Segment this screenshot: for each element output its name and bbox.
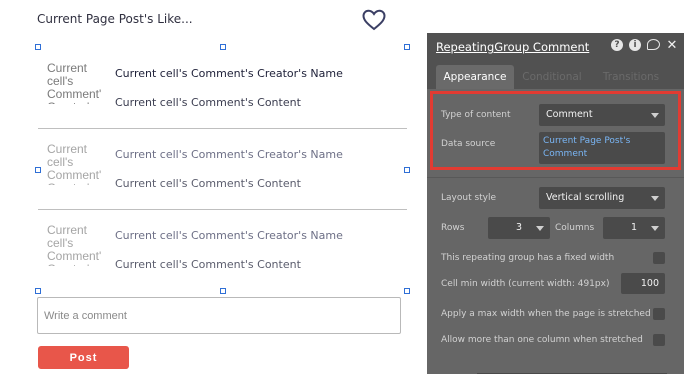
cell-divider — [38, 209, 407, 210]
chevron-down-icon — [651, 113, 659, 118]
creator-avatar-placeholder: Current cell's Comment' Creator's — [47, 143, 102, 185]
creator-avatar-placeholder: Current cell's Comment' Creator's — [47, 224, 102, 266]
repeating-group-cell[interactable]: Current cell's Comment' Creator's Curren… — [38, 143, 407, 225]
columns-value: 1 — [630, 222, 638, 233]
post-button[interactable]: Post — [38, 346, 129, 369]
max-width-label: Apply a max width when the page is stret… — [441, 309, 651, 319]
help-icon[interactable]: ? — [611, 39, 623, 51]
tab-appearance[interactable]: Appearance — [436, 65, 514, 89]
fixed-width-checkbox[interactable] — [653, 252, 665, 264]
multi-column-checkbox[interactable] — [653, 334, 665, 346]
comment-content: Current cell's Comment's Content — [115, 258, 301, 271]
data-source-expression[interactable]: Current Page Post's Comment — [539, 132, 665, 164]
panel-tabs: Appearance Conditional Transitions — [427, 65, 684, 89]
appearance-settings: Type of content Comment Data source Curr… — [427, 89, 684, 374]
tab-transitions[interactable]: Transitions — [595, 65, 667, 89]
repeating-group-cell[interactable]: Current cell's Comment' Creator's Curren… — [38, 62, 407, 144]
type-of-content-dropdown[interactable]: Comment — [539, 104, 665, 126]
type-of-content-value: Comment — [546, 109, 593, 120]
chevron-down-icon — [536, 226, 544, 231]
close-icon[interactable]: ✕ — [666, 38, 678, 53]
heart-icon[interactable] — [361, 8, 387, 32]
comment-creator-name: Current cell's Comment's Creator's Name — [115, 229, 343, 242]
rows-dropdown[interactable]: 3 — [488, 217, 550, 239]
tab-conditional[interactable]: Conditional — [517, 65, 587, 89]
cell-min-width-input[interactable]: 100 — [621, 273, 665, 294]
comment-input[interactable] — [37, 297, 401, 334]
layout-style-label: Layout style — [441, 193, 497, 203]
chevron-down-icon — [651, 196, 659, 201]
cell-divider — [38, 128, 407, 129]
type-of-content-label: Type of content — [441, 110, 511, 120]
section-divider — [427, 177, 684, 178]
panel-toolbar: ? i ✕ — [611, 38, 678, 53]
comment-creator-name[interactable]: Current cell's Comment's Creator's Name — [115, 67, 343, 80]
max-width-checkbox[interactable] — [653, 308, 665, 320]
creator-avatar-placeholder[interactable]: Current cell's Comment' Creator's — [47, 62, 107, 104]
layout-style-dropdown[interactable]: Vertical scrolling — [539, 187, 665, 209]
repeating-group-cell[interactable]: Current cell's Comment' Creator's Curren… — [38, 224, 407, 306]
cell-min-width-label: Cell min width (current width: 491px) — [441, 279, 610, 289]
property-editor-panel: RepeatingGroup Comment ? i ✕ Appearance … — [427, 33, 684, 374]
panel-title[interactable]: RepeatingGroup Comment — [436, 40, 589, 54]
comment-creator-name: Current cell's Comment's Creator's Name — [115, 148, 343, 161]
rows-value: 3 — [515, 222, 523, 233]
columns-dropdown[interactable]: 1 — [603, 217, 665, 239]
post-likes-text[interactable]: Current Page Post's Like... — [37, 12, 193, 26]
resize-handle-top-left[interactable] — [35, 44, 41, 50]
comment-content: Current cell's Comment's Content — [115, 177, 301, 190]
info-icon[interactable]: i — [629, 39, 641, 51]
fixed-width-label: This repeating group has a fixed width — [441, 253, 615, 263]
data-source-label: Data source — [441, 139, 496, 149]
multi-column-label: Allow more than one column when stretche… — [441, 335, 643, 345]
resize-handle-top-center[interactable] — [220, 44, 226, 50]
layout-style-value: Vertical scrolling — [546, 192, 625, 203]
comment-bubble-icon[interactable] — [647, 39, 660, 50]
rows-label: Rows — [441, 223, 465, 233]
columns-label: Columns — [555, 223, 595, 233]
comment-content[interactable]: Current cell's Comment's Content — [115, 96, 301, 109]
chevron-down-icon — [651, 226, 659, 231]
resize-handle-top-right[interactable] — [404, 44, 410, 50]
